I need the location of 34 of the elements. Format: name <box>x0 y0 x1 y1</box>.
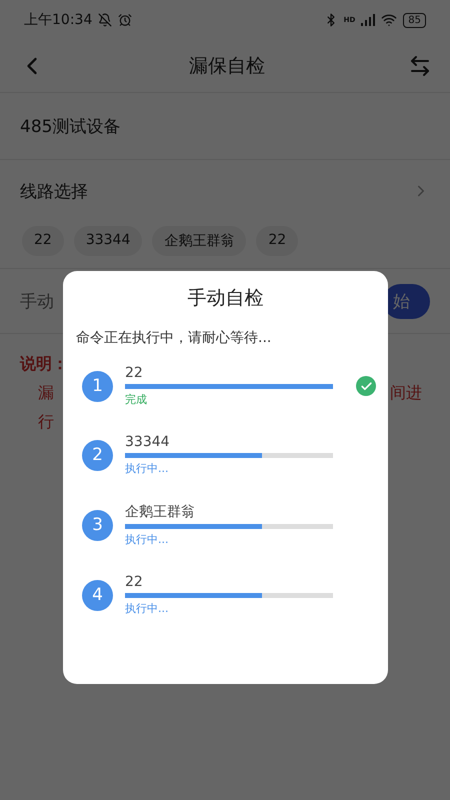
alarm-clock-icon <box>118 13 132 27</box>
device-name: 485测试设备 <box>20 116 120 138</box>
route-select-label[interactable]: 线路选择 <box>20 180 88 202</box>
note-text: 间进 <box>390 383 422 404</box>
item-name: 22 <box>125 365 144 381</box>
page-title: 漏保自检 <box>189 54 265 79</box>
dialog-title: 手动自检 <box>186 286 264 311</box>
route-chip[interactable]: 33344 <box>74 226 142 256</box>
battery-indicator: 85 <box>403 12 426 28</box>
note-title: 说明： <box>20 354 68 375</box>
item-status: 完成 <box>125 392 148 407</box>
signal-icon <box>361 14 376 26</box>
item-name: 33344 <box>125 434 171 450</box>
item-name: 企鹅王群翁 <box>125 503 196 521</box>
step-number: 2 <box>82 440 113 470</box>
route-chip[interactable]: 企鹅王群翁 <box>152 226 246 256</box>
note-text: 漏 <box>38 383 54 404</box>
swap-arrows-icon[interactable] <box>408 54 432 78</box>
item-status: 执行中... <box>125 461 170 476</box>
check-icon <box>356 376 376 396</box>
bell-off-icon <box>98 13 112 27</box>
route-chip[interactable]: 22 <box>22 226 64 256</box>
step-number: 1 <box>82 370 113 402</box>
step-number: 3 <box>82 510 113 540</box>
route-chip[interactable]: 22 <box>256 226 298 256</box>
item-status: 执行中... <box>125 601 170 616</box>
item-name: 22 <box>125 574 144 590</box>
status-time: 上午10:34 <box>24 11 92 29</box>
manual-check-label: 手动 <box>20 290 54 312</box>
dialog-message: 命令正在执行中，请耐心等待... <box>76 329 272 347</box>
step-number: 4 <box>82 580 113 610</box>
note-text: 行 <box>38 412 54 433</box>
item-status: 执行中... <box>125 532 170 547</box>
wifi-icon <box>381 12 398 28</box>
